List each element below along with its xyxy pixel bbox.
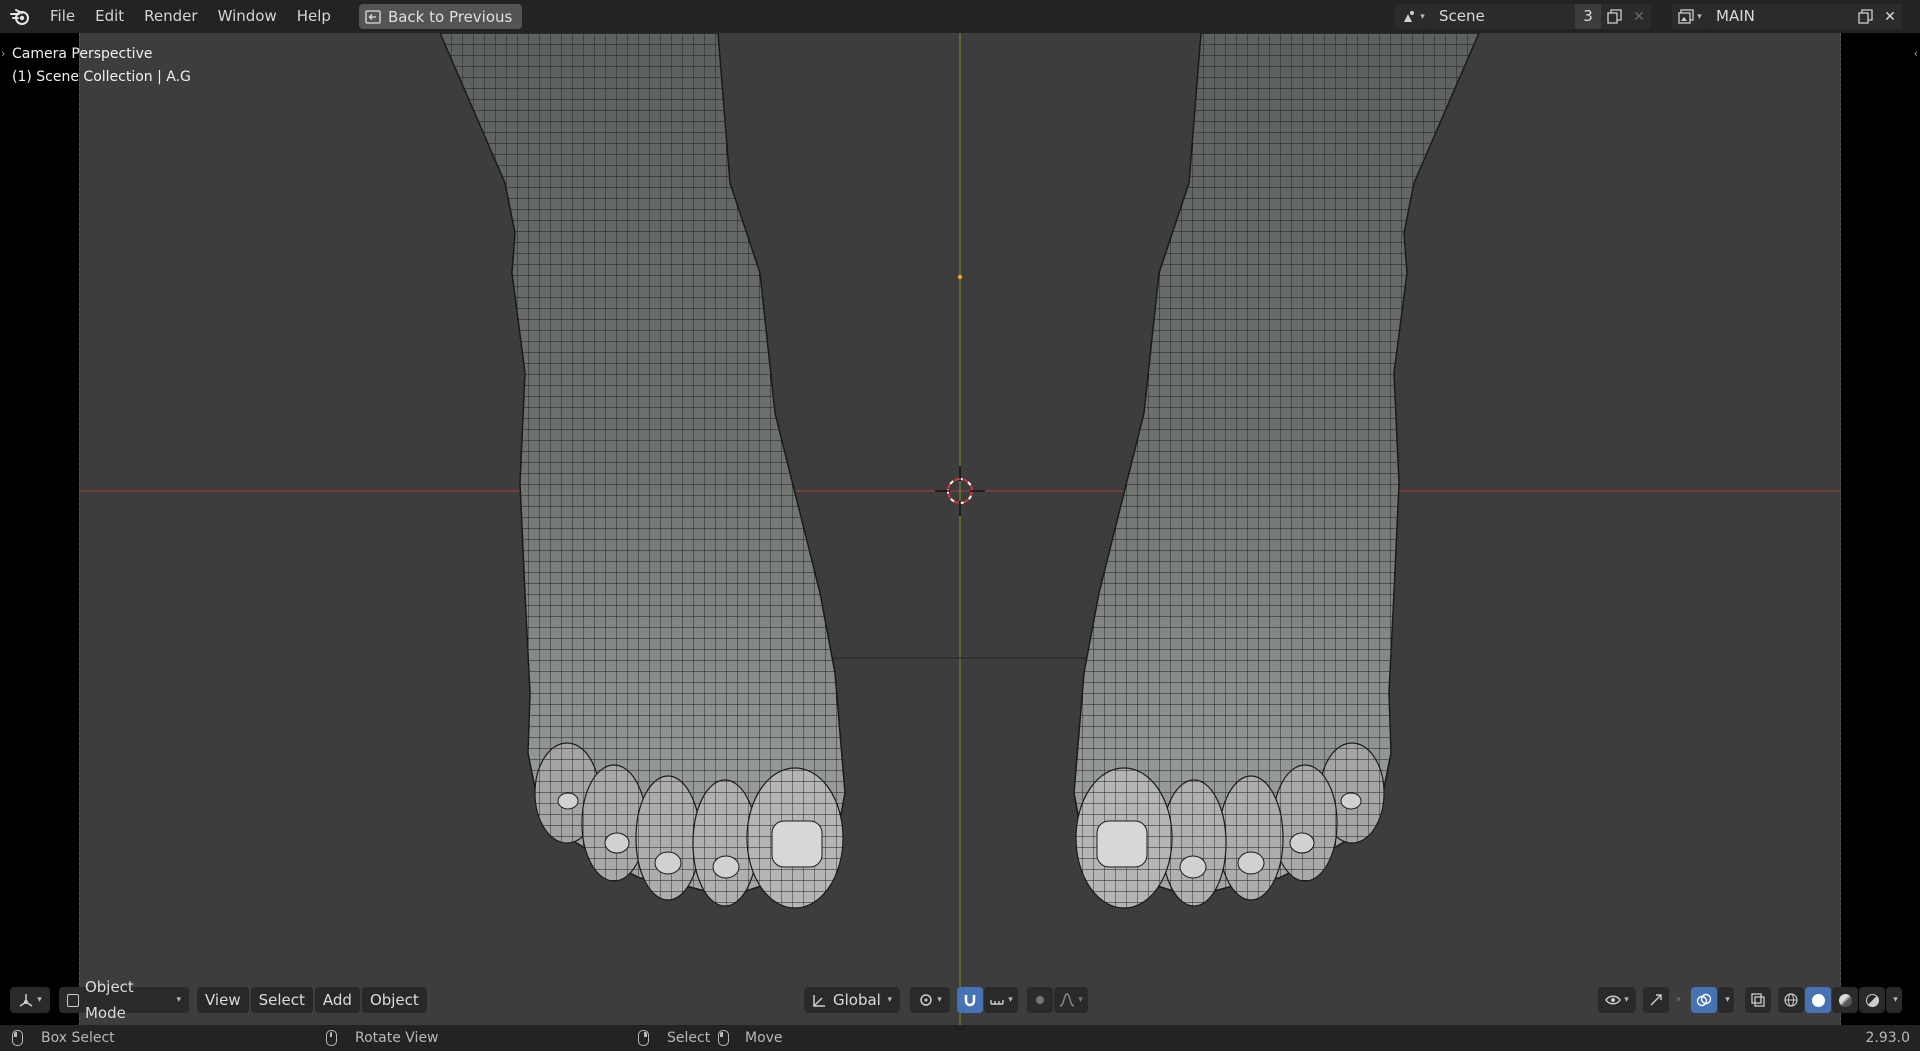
gizmo-icon	[1650, 994, 1662, 1006]
status-rotate-view: Rotate View	[326, 1030, 439, 1046]
overlays-dropdown[interactable]: ▾	[1718, 987, 1734, 1013]
rotate-view-label: Rotate View	[355, 1030, 439, 1046]
viewport-header-right: ▾ ▾ ▾ ▾	[1598, 987, 1903, 1013]
duplicate-icon	[1606, 9, 1622, 24]
menu-window[interactable]: Window	[208, 0, 287, 33]
add-menu[interactable]: Add	[314, 987, 360, 1013]
mouse-middle-icon	[326, 1030, 337, 1046]
object-menu[interactable]: Object	[361, 987, 427, 1013]
transform-orientation-icon	[813, 994, 825, 1007]
gizmo-toggle[interactable]	[1643, 987, 1669, 1013]
new-view-layer-button[interactable]	[1852, 4, 1878, 29]
mouse-drag-icon	[718, 1030, 729, 1046]
falloff-curve-icon	[1059, 993, 1075, 1007]
mouse-right-icon	[638, 1030, 649, 1046]
shading-dropdown[interactable]: ▾	[1886, 987, 1902, 1013]
wireframe-sphere-icon	[1784, 993, 1798, 1007]
new-scene-button[interactable]	[1601, 4, 1627, 29]
scene-name-field[interactable]: Scene	[1431, 4, 1575, 29]
xray-toggle[interactable]	[1745, 987, 1771, 1013]
mouse-left-icon	[12, 1030, 23, 1046]
close-icon: ✕	[1633, 8, 1645, 25]
scene-icon	[1404, 10, 1415, 22]
collection-label: (1) Scene Collection | A.G	[12, 69, 191, 85]
sidebar-expand-icon[interactable]: ‹	[1914, 47, 1918, 60]
duplicate-icon	[1857, 9, 1873, 24]
box-select-label: Box Select	[41, 1030, 115, 1046]
pivot-point-button[interactable]: ▾	[910, 987, 950, 1013]
orientation-selector[interactable]: Global ▾	[804, 987, 900, 1013]
3d-view-editor-icon	[19, 994, 33, 1007]
gizmo-dropdown[interactable]: ▾	[1670, 987, 1684, 1013]
viewport-scene	[80, 33, 1840, 1025]
magnet-icon	[964, 995, 976, 1007]
select-label: Select	[667, 1030, 711, 1046]
scene-browse-button[interactable]: ▾	[1395, 4, 1431, 29]
close-icon: ✕	[1884, 8, 1896, 25]
shading-material-button[interactable]	[1832, 987, 1858, 1013]
menu-file[interactable]: File	[40, 0, 85, 33]
view-layer-name-field[interactable]: MAIN	[1708, 4, 1852, 29]
snap-target-button[interactable]: ▾	[984, 987, 1018, 1013]
pivot-icon	[920, 994, 932, 1006]
scene-selector: ▾ Scene 3 ✕	[1395, 4, 1651, 29]
proportional-editing-toggle[interactable]	[1027, 987, 1053, 1013]
status-bar: Box Select Rotate View Select Move 2.93.…	[0, 1025, 1920, 1051]
snap-increment-icon	[990, 1000, 1004, 1005]
menu-help[interactable]: Help	[287, 0, 341, 33]
menu-render[interactable]: Render	[134, 0, 207, 33]
visibility-button[interactable]: ▾	[1598, 987, 1636, 1013]
solid-sphere-icon	[1811, 993, 1825, 1007]
status-move: Move	[718, 1030, 783, 1046]
shading-rendered-button[interactable]	[1859, 987, 1885, 1013]
perspective-label: Camera Perspective	[12, 46, 153, 62]
xray-icon	[1751, 993, 1765, 1007]
object-mode-icon	[67, 993, 79, 1007]
mode-selector[interactable]: Object Mode ▾	[59, 978, 189, 1022]
status-box-select: Box Select	[12, 1030, 115, 1046]
editor-type-button[interactable]: ▾	[10, 987, 50, 1013]
toolbar-expand-icon[interactable]: ›	[1, 47, 5, 60]
move-label: Move	[745, 1030, 783, 1046]
proportional-editing-icon	[1036, 996, 1044, 1004]
viewport-header-center: Global ▾ ▾ ▾ ▾	[804, 987, 1089, 1013]
delete-view-layer-button[interactable]: ✕	[1878, 4, 1902, 29]
render-layers-icon	[1678, 8, 1694, 24]
material-sphere-icon	[1838, 993, 1852, 1007]
back-arrow-icon	[365, 9, 381, 24]
back-to-previous-label: Back to Previous	[387, 7, 513, 26]
overlays-toggle[interactable]	[1691, 987, 1717, 1013]
select-menu[interactable]: Select	[250, 987, 313, 1013]
back-to-previous-button[interactable]: Back to Previous	[358, 4, 523, 29]
scene-user-count: 3	[1575, 4, 1601, 29]
orientation-label: Global	[833, 991, 881, 1009]
overlays-icon	[1696, 993, 1712, 1007]
view-layer-selector: ▾ MAIN ✕	[1672, 4, 1902, 29]
shading-wireframe-button[interactable]	[1778, 987, 1804, 1013]
eye-icon	[1605, 995, 1622, 1005]
menu-edit[interactable]: Edit	[85, 0, 134, 33]
left-foot-mesh	[439, 33, 846, 909]
view-layer-browse-button[interactable]: ▾	[1672, 4, 1708, 29]
status-select: Select	[638, 1030, 710, 1046]
shading-solid-button[interactable]	[1805, 987, 1831, 1013]
origin-point	[957, 274, 963, 280]
right-foot-mesh	[1073, 33, 1480, 909]
delete-scene-button[interactable]: ✕	[1627, 4, 1651, 29]
snap-toggle[interactable]	[957, 987, 983, 1013]
view-menu[interactable]: View	[197, 987, 249, 1013]
blender-logo-icon[interactable]	[0, 0, 40, 33]
3d-viewport[interactable]: Camera Perspective (1) Scene Collection …	[0, 33, 1920, 1025]
mode-label: Object Mode	[84, 978, 134, 1022]
version-label: 2.93.0	[1865, 1030, 1910, 1046]
top-bar: File Edit Render Window Help Back to Pre…	[0, 0, 1920, 33]
rendered-sphere-icon	[1865, 993, 1879, 1007]
falloff-button[interactable]: ▾	[1054, 987, 1088, 1013]
viewport-header-left: ▾ Object Mode ▾ View Select Add Object	[10, 978, 429, 1022]
